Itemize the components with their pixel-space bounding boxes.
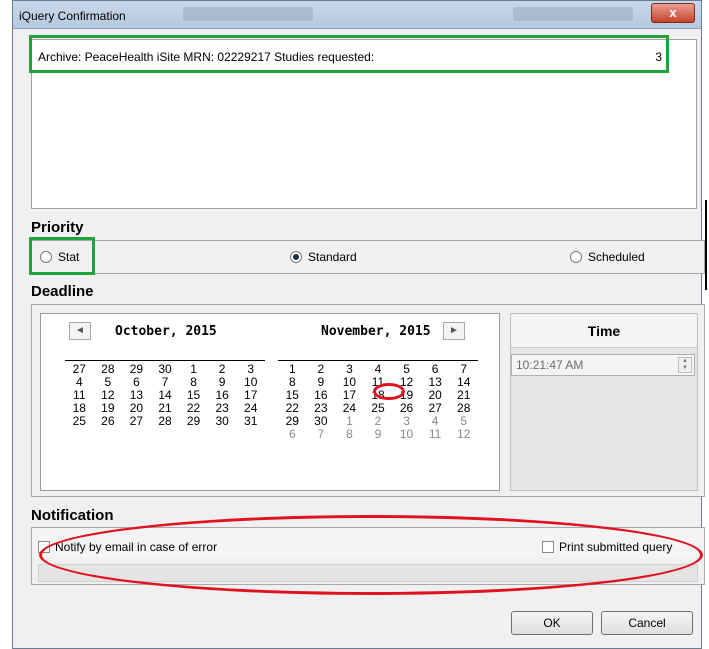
calendar-day[interactable]: 6 [278,428,307,441]
calendar-day[interactable]: 11 [421,428,450,441]
calendar-day[interactable]: 27 [122,415,151,428]
ok-button[interactable]: OK [511,611,593,635]
calendar-day[interactable]: 26 [94,415,123,428]
priority-group: Stat Standard Scheduled [31,240,705,274]
priority-standard-radio[interactable]: Standard [290,250,357,264]
radio-label: Scheduled [588,250,645,264]
month-title-november: November, 2015 [321,324,431,339]
priority-scheduled-radio[interactable]: Scheduled [570,250,645,264]
calendar-day[interactable]: 25 [65,415,94,428]
time-heading: Time [511,314,697,348]
radio-checked-icon [290,251,302,263]
spin-down-icon[interactable]: ▼ [679,365,691,372]
calendar-day[interactable]: 28 [151,415,180,428]
radio-icon [570,251,582,263]
chevron-right-icon: ► [449,325,459,336]
blurred-title-content-2 [513,7,633,21]
green-highlight-summary [29,35,669,73]
calendar-grid-october: 27 28 29 30 1 2 3 4 5 6 7 8 9 10 11 12 13 14 15 16 17 18 19 20 2… [65,360,265,428]
previous-month-button[interactable]: ◄ [69,322,91,340]
chevron-left-icon: ◄ [75,325,85,336]
deadline-group: ◄ October, 2015 November, 2015 ► 27 28 29 3… [31,304,705,497]
time-value: 10:21:47 AM [516,358,584,372]
blurred-title-content [183,7,313,21]
iquery-confirmation-dialog: iQuery Confirmation x Archive: PeaceHeal… [12,0,705,649]
month-title-october: October, 2015 [115,324,217,339]
time-panel: Time 10:21:47 AM ▲ ▼ [510,313,698,491]
calendar-day[interactable]: 9 [364,428,393,441]
calendar-day[interactable]: 30 [208,415,237,428]
radio-label: Standard [308,250,357,264]
calendar-day[interactable]: 7 [307,428,336,441]
green-highlight-stat [29,237,95,275]
close-button[interactable]: x [651,3,695,23]
close-icon: x [669,5,677,20]
background-window-edge [0,205,10,285]
deadline-heading: Deadline [31,283,94,300]
time-spinner[interactable]: ▲ ▼ [678,357,692,373]
time-input[interactable]: 10:21:47 AM ▲ ▼ [511,354,695,376]
background-right-line [705,200,707,290]
calendar-day[interactable]: 12 [449,428,478,441]
next-month-button[interactable]: ► [443,322,465,340]
calendar-day[interactable]: 29 [179,415,208,428]
spin-up-icon[interactable]: ▲ [679,358,691,365]
red-highlight-notification [39,515,703,595]
priority-heading: Priority [31,219,84,236]
calendar-day[interactable]: 8 [335,428,364,441]
calendar-day[interactable]: 31 [236,415,265,428]
notification-heading: Notification [31,507,114,524]
window-title: iQuery Confirmation [19,9,126,23]
calendar-grid-november: 1 2 3 4 5 6 7 8 9 10 11 12 13 14 15 16 17 18 19 20 21 22 23 24 2… [278,360,478,441]
cancel-button[interactable]: Cancel [601,611,693,635]
red-highlight-today [373,383,405,400]
calendar-day[interactable]: 10 [392,428,421,441]
title-bar[interactable]: iQuery Confirmation x [13,1,701,29]
month-calendar: ◄ October, 2015 November, 2015 ► 27 28 29 3… [40,313,500,491]
